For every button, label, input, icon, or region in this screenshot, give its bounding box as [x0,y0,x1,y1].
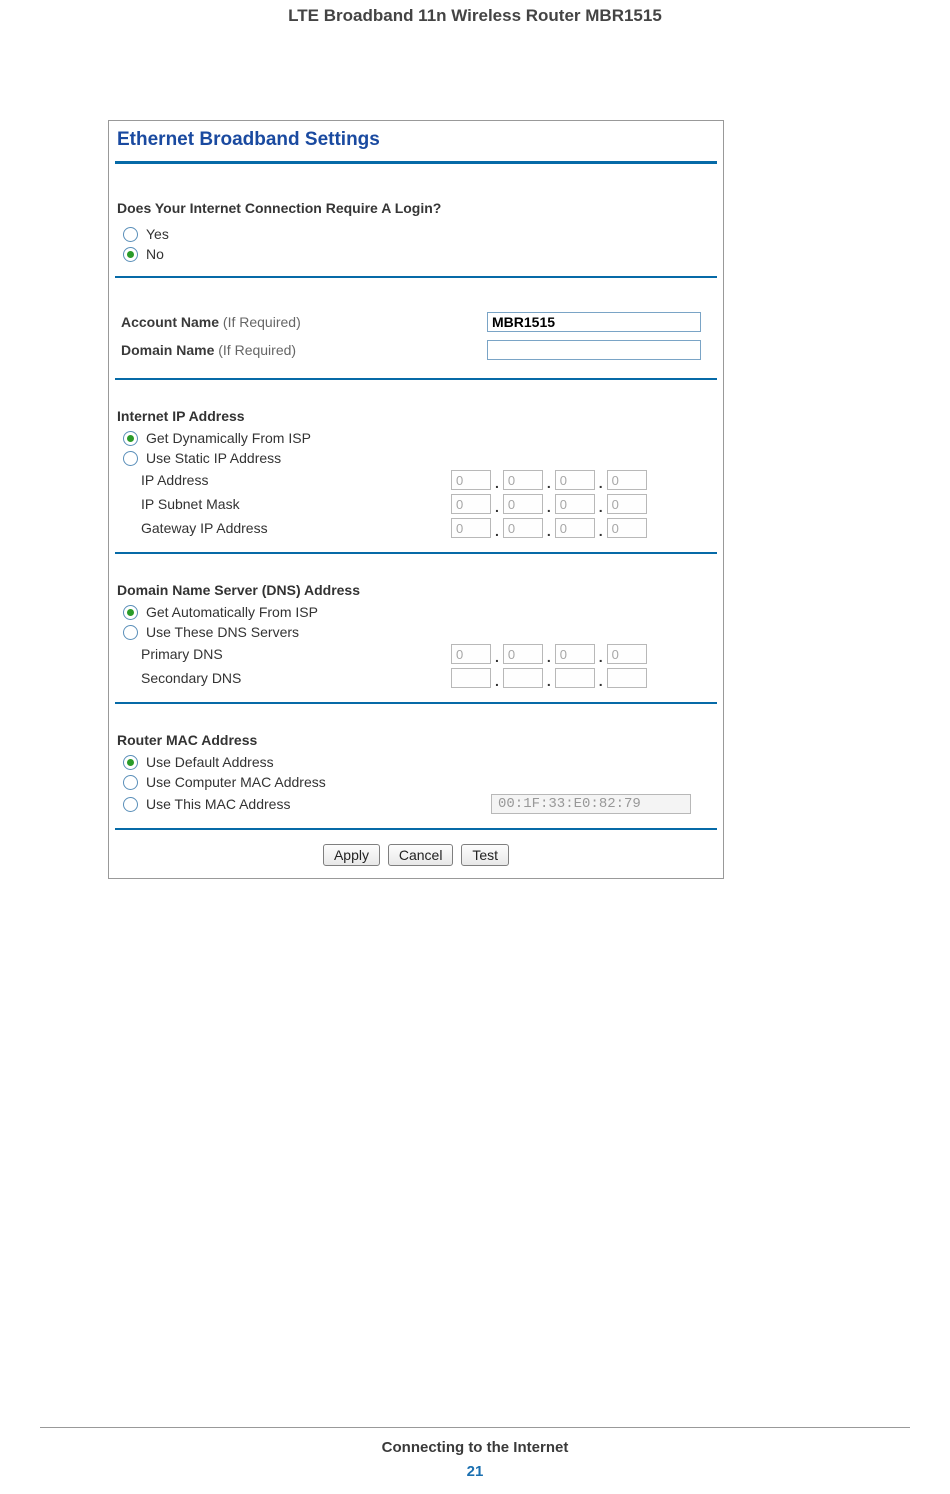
mac-computer-option[interactable]: Use Computer MAC Address [123,774,715,790]
panel-title: Ethernet Broadband Settings [109,121,723,161]
gateway-octet-2[interactable] [503,518,543,538]
mac-default-label: Use Default Address [146,754,274,770]
login-no-option[interactable]: No [123,246,715,262]
dot-separator: . [494,673,500,689]
radio-icon [123,247,138,262]
ip-dynamic-label: Get Dynamically From ISP [146,430,311,446]
primary-dns-octet-3[interactable] [555,644,595,664]
dot-separator: . [598,649,604,665]
dns-section-header: Domain Name Server (DNS) Address [117,582,715,598]
dot-separator: . [494,499,500,515]
ip-section-header: Internet IP Address [117,408,715,424]
login-yes-option[interactable]: Yes [123,226,715,242]
divider [115,552,717,554]
settings-panel: Ethernet Broadband Settings Does Your In… [108,120,724,879]
login-no-label: No [146,246,164,262]
dot-separator: . [494,475,500,491]
dns-manual-label: Use These DNS Servers [146,624,299,640]
account-name-input[interactable] [487,312,701,332]
ip-address-label: IP Address [141,472,451,488]
ip-address-octet-3[interactable] [555,470,595,490]
secondary-dns-octet-1[interactable] [451,668,491,688]
dot-separator: . [546,673,552,689]
footer-chapter: Connecting to the Internet [0,1439,950,1456]
mac-default-option[interactable]: Use Default Address [123,754,715,770]
cancel-button[interactable]: Cancel [388,844,454,866]
secondary-dns-octet-2[interactable] [503,668,543,688]
mac-computer-label: Use Computer MAC Address [146,774,326,790]
account-name-label: Account Name (If Required) [121,314,481,330]
login-yes-label: Yes [146,226,169,242]
gateway-octet-1[interactable] [451,518,491,538]
dot-separator: . [598,499,604,515]
ip-address-octet-4[interactable] [607,470,647,490]
ip-address-octet-2[interactable] [503,470,543,490]
divider [115,378,717,380]
dot-separator: . [546,523,552,539]
ip-static-option[interactable]: Use Static IP Address [123,450,715,466]
gateway-octet-4[interactable] [607,518,647,538]
radio-icon [123,625,138,640]
mac-address-input[interactable] [491,794,691,814]
subnet-mask-octet-1[interactable] [451,494,491,514]
secondary-dns-label: Secondary DNS [141,670,451,686]
radio-icon [123,775,138,790]
dns-auto-option[interactable]: Get Automatically From ISP [123,604,715,620]
ip-dynamic-option[interactable]: Get Dynamically From ISP [123,430,715,446]
ip-static-label: Use Static IP Address [146,450,281,466]
mac-section-header: Router MAC Address [117,732,715,748]
subnet-mask-octet-2[interactable] [503,494,543,514]
dot-separator: . [546,649,552,665]
divider [115,276,717,278]
dns-auto-label: Get Automatically From ISP [146,604,318,620]
radio-icon [123,431,138,446]
gateway-label: Gateway IP Address [141,520,451,536]
primary-dns-label: Primary DNS [141,646,451,662]
domain-name-label: Domain Name (If Required) [121,342,481,358]
primary-dns-octet-1[interactable] [451,644,491,664]
divider [115,828,717,830]
subnet-mask-octet-4[interactable] [607,494,647,514]
dot-separator: . [598,523,604,539]
mac-this-option[interactable]: Use This MAC Address [123,794,691,814]
dot-separator: . [494,523,500,539]
divider [115,702,717,704]
ip-address-octet-1[interactable] [451,470,491,490]
test-button[interactable]: Test [461,844,509,866]
radio-icon [123,605,138,620]
login-question: Does Your Internet Connection Require A … [117,200,715,216]
secondary-dns-octet-3[interactable] [555,668,595,688]
radio-icon [123,755,138,770]
footer-divider [40,1427,910,1428]
dot-separator: . [546,499,552,515]
secondary-dns-octet-4[interactable] [607,668,647,688]
radio-icon [123,797,138,812]
domain-name-input[interactable] [487,340,701,360]
dot-separator: . [546,475,552,491]
subnet-mask-octet-3[interactable] [555,494,595,514]
dot-separator: . [494,649,500,665]
subnet-mask-label: IP Subnet Mask [141,496,451,512]
footer-page-number: 21 [0,1463,950,1480]
radio-icon [123,227,138,242]
divider [115,161,717,164]
primary-dns-octet-2[interactable] [503,644,543,664]
apply-button[interactable]: Apply [323,844,380,866]
dot-separator: . [598,475,604,491]
mac-this-label: Use This MAC Address [146,796,290,812]
primary-dns-octet-4[interactable] [607,644,647,664]
document-header: LTE Broadband 11n Wireless Router MBR151… [0,0,950,26]
radio-icon [123,451,138,466]
gateway-octet-3[interactable] [555,518,595,538]
dns-manual-option[interactable]: Use These DNS Servers [123,624,715,640]
dot-separator: . [598,673,604,689]
